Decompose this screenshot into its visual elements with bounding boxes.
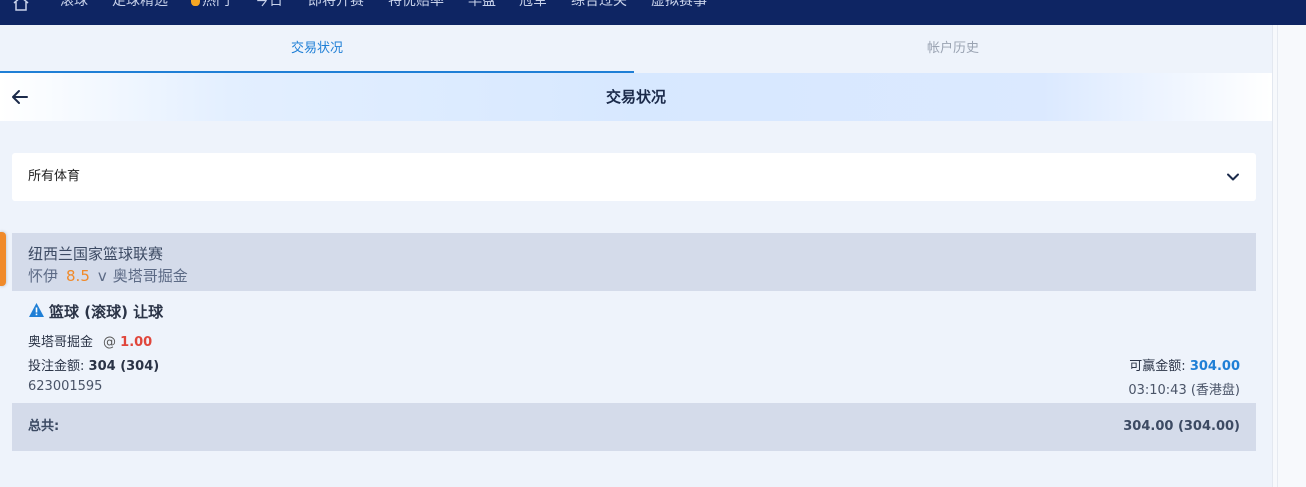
scrollbar-divider [1277,25,1278,487]
bet-detail: 篮球 (滚球) 让球 奥塔哥掘金 @ 1.00 投注金额: 304 (304) 可… [12,291,1256,403]
nav-item-special-odds[interactable]: 特优赔率 [388,0,444,10]
sport-filter-select[interactable]: 所有体育 [12,153,1256,201]
total-value: 304.00 (304.00) [1123,419,1240,434]
nav-item-live[interactable]: 滚球 [60,0,88,10]
nav-item-football-picks[interactable]: 足球精选 [112,0,168,10]
flame-icon [191,0,200,6]
away-team: 奥塔哥掘金 [112,267,188,285]
nav-item-hot-label: 热门 [202,0,230,9]
stake-label: 投注金额: [28,359,85,374]
nav-item-early[interactable]: 早盘 [468,0,496,10]
match-header: 纽西兰国家篮球联赛 怀伊 8.5 v 奥塔哥掘金 [12,233,1256,291]
nav-item-hot[interactable]: 热门 [191,0,230,10]
selection-name: 奥塔哥掘金 [28,335,94,350]
total-label: 总共: [28,419,60,434]
warning-icon [29,303,44,317]
tab-account-history[interactable]: 帐户历史 [634,25,1272,73]
bet-market: 篮球 (滚球) 让球 [49,303,164,321]
league-name: 纽西兰国家篮球联赛 [28,245,164,263]
nav-item-parlay[interactable]: 综合过关 [571,0,627,10]
stake-row: 投注金额: 304 (304) [28,355,159,374]
bet-time: 03:10:43 (香港盘) [1128,383,1240,398]
nav-item-outright[interactable]: 冠军 [519,0,547,10]
nav-item-upcoming[interactable]: 即将开赛 [308,0,364,10]
side-drawer-handle[interactable] [0,232,6,286]
home-team: 怀伊 [28,267,59,285]
scrollbar-track[interactable] [1272,25,1306,487]
top-nav: 滚球 足球精选 热门 今日 即将开赛 特优赔率 早盘 冠军 综合过关 虚拟赛事 [0,0,1306,25]
nav-item-today[interactable]: 今日 [255,0,283,10]
page-title: 交易状况 [605,88,666,106]
bet-odds: 1.00 [120,335,153,350]
sport-filter-value: 所有体育 [28,169,81,184]
home-icon[interactable] [12,0,30,12]
stake-value: 304 (304) [88,359,160,374]
nav-item-virtual[interactable]: 虚拟赛事 [651,0,707,10]
handicap-value: 8.5 [66,267,90,285]
bet-selection: 奥塔哥掘金 @ 1.00 [28,331,152,350]
tab-bar: 交易状况 帐户历史 [0,25,1272,73]
payout-value: 304.00 [1189,359,1240,374]
payout-row: 可赢金额: 304.00 [1129,355,1240,374]
total-row: 总共: 304.00 (304.00) [12,403,1256,451]
versus-label: v [97,267,107,285]
match-teams: 怀伊 8.5 v 奥塔哥掘金 [28,265,188,286]
bet-reference: 623001595 [28,379,103,394]
tab-transaction-status[interactable]: 交易状况 [0,25,634,73]
page-header: 交易状况 [0,73,1272,121]
payout-label: 可赢金额: [1129,359,1186,374]
chevron-down-icon [1227,173,1239,181]
at-symbol: @ [103,335,117,350]
